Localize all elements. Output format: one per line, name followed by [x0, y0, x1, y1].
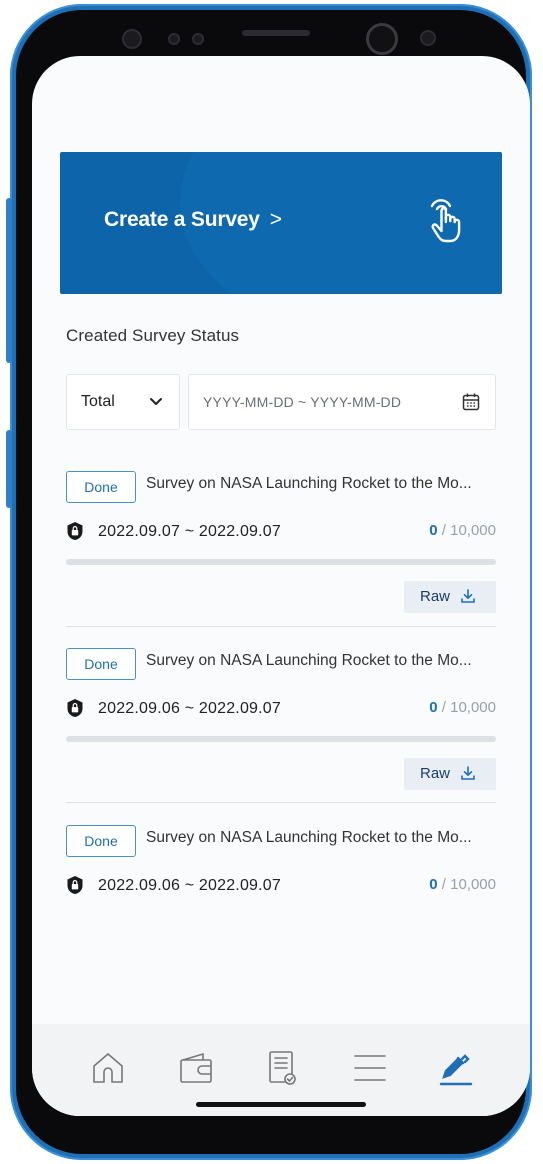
front-camera-icon: [366, 23, 398, 55]
divider: [66, 802, 496, 803]
raw-label: Raw: [420, 765, 451, 782]
sensor-icon: [122, 29, 142, 49]
download-icon: [461, 766, 475, 780]
raw-download-button[interactable]: Raw: [404, 581, 496, 613]
survey-card: Done Survey on NASA Launching Rocket to …: [66, 471, 496, 617]
sensor-icon: [168, 33, 180, 45]
pencil-icon[interactable]: [436, 1048, 476, 1088]
create-survey-banner[interactable]: Create a Survey >: [60, 152, 502, 294]
chevron-right-icon: >: [269, 208, 282, 231]
date-range-input[interactable]: YYYY-MM-DD ~ YYYY-MM-DD: [188, 374, 496, 430]
progress-bar: [66, 559, 496, 565]
status-badge: Done: [66, 648, 136, 680]
response-count: 0 / 10,000: [429, 876, 496, 893]
response-target: / 10,000: [437, 876, 496, 893]
lock-icon: [67, 876, 83, 894]
response-target: / 10,000: [437, 699, 496, 716]
response-target: / 10,000: [437, 522, 496, 539]
response-done: 0: [429, 876, 438, 893]
response-count: 0 / 10,000: [429, 522, 496, 539]
date-range-placeholder: YYYY-MM-DD ~ YYYY-MM-DD: [203, 394, 402, 410]
response-done: 0: [429, 522, 438, 539]
raw-download-button[interactable]: Raw: [404, 758, 496, 790]
survey-card: Done Survey on NASA Launching Rocket to …: [66, 648, 496, 794]
earpiece-speaker: [242, 30, 310, 36]
survey-date-range: 2022.09.06 ~ 2022.09.07: [98, 700, 281, 717]
tap-hand-icon: [430, 199, 461, 243]
app-screen: Create a Survey > Created Survey Status T…: [32, 56, 530, 1116]
volume-down-button: [6, 430, 12, 508]
status-badge: Done: [66, 471, 136, 503]
download-icon: [461, 589, 475, 603]
response-count: 0 / 10,000: [429, 699, 496, 716]
survey-title[interactable]: Survey on NASA Launching Rocket to the M…: [146, 475, 498, 493]
section-title: Created Survey Status: [66, 326, 240, 345]
status-badge: Done: [66, 825, 136, 857]
sensor-icon: [420, 30, 436, 46]
survey-card: Done Survey on NASA Launching Rocket to …: [66, 825, 496, 905]
status-filter-select[interactable]: Total: [66, 374, 180, 430]
divider: [66, 626, 496, 627]
create-survey-label: Create a Survey: [104, 208, 260, 231]
home-indicator: [196, 1102, 366, 1107]
volume-up-button: [6, 198, 12, 363]
survey-title[interactable]: Survey on NASA Launching Rocket to the M…: [146, 829, 498, 847]
create-survey-link[interactable]: Create a Survey >: [104, 208, 282, 232]
lock-icon: [67, 522, 83, 540]
survey-list-icon[interactable]: [262, 1048, 302, 1088]
response-done: 0: [429, 699, 438, 716]
progress-bar: [66, 736, 496, 742]
chevron-down-icon: [150, 398, 162, 405]
calendar-icon[interactable]: [461, 392, 481, 412]
survey-title[interactable]: Survey on NASA Launching Rocket to the M…: [146, 652, 498, 670]
wallet-icon[interactable]: [176, 1048, 216, 1088]
survey-date-range: 2022.09.07 ~ 2022.09.07: [98, 523, 281, 540]
survey-date-range: 2022.09.06 ~ 2022.09.07: [98, 877, 281, 894]
home-icon[interactable]: [88, 1048, 128, 1088]
sensor-icon: [192, 33, 204, 45]
status-filter-value: Total: [81, 393, 115, 410]
lock-icon: [67, 699, 83, 717]
menu-icon[interactable]: [350, 1048, 390, 1088]
raw-label: Raw: [420, 588, 451, 605]
